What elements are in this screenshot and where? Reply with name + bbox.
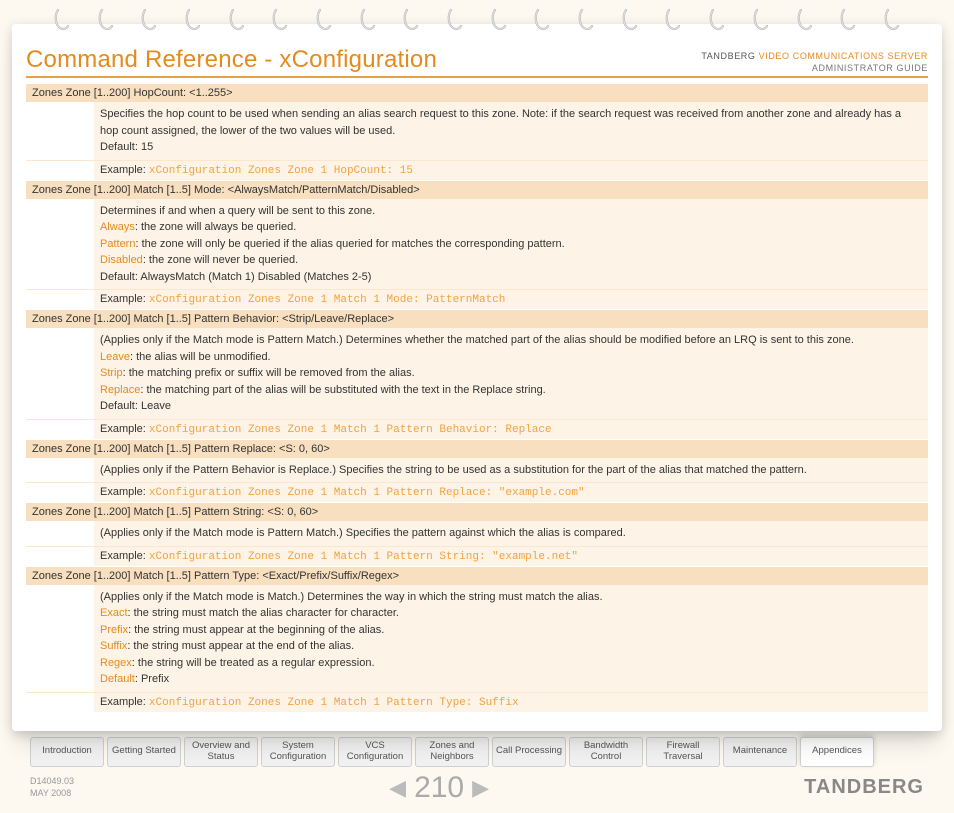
description-text: Determines if and when a query will be s… bbox=[94, 199, 928, 290]
command-row: Zones Zone [1..200] Match [1..5] Pattern… bbox=[26, 310, 928, 328]
example-label: Example: bbox=[100, 550, 149, 562]
example-label: Example: bbox=[100, 293, 149, 305]
prev-page-icon[interactable]: ◀ bbox=[389, 775, 406, 801]
ring-icon bbox=[316, 8, 332, 36]
ring-icon bbox=[797, 8, 813, 36]
example-row: Example: xConfiguration Zones Zone 1 Mat… bbox=[26, 692, 928, 712]
example-code: xConfiguration Zones Zone 1 HopCount: 15 bbox=[149, 165, 413, 177]
footer-date: MAY 2008 bbox=[30, 788, 71, 798]
footer-pagenum: ◀ 210 ▶ bbox=[389, 771, 489, 805]
example-label: Example: bbox=[100, 423, 149, 435]
tab-getting-started[interactable]: Getting Started bbox=[107, 737, 181, 767]
command-row: Zones Zone [1..200] Match [1..5] Mode: <… bbox=[26, 181, 928, 199]
description-text: Specifies the hop count to be used when … bbox=[94, 102, 928, 160]
command-text: Zones Zone [1..200] Match [1..5] Mode: <… bbox=[26, 181, 928, 199]
description-row: Determines if and when a query will be s… bbox=[26, 199, 928, 290]
description-row: Specifies the hop count to be used when … bbox=[26, 102, 928, 160]
page-number: 210 bbox=[414, 771, 464, 805]
tab-introduction[interactable]: Introduction bbox=[30, 737, 104, 767]
header-subtitle: ADMINISTRATOR GUIDE bbox=[812, 63, 928, 73]
example-code: xConfiguration Zones Zone 1 Match 1 Patt… bbox=[149, 551, 578, 563]
header-product: VIDEO COMMUNICATIONS SERVER bbox=[759, 51, 928, 61]
tab-overview-and-status[interactable]: Overview and Status bbox=[184, 737, 258, 767]
description-text: (Applies only if the Match mode is Patte… bbox=[94, 328, 928, 419]
config-table: Zones Zone [1..200] HopCount: <1..255>Sp… bbox=[26, 84, 928, 713]
next-page-icon[interactable]: ▶ bbox=[472, 775, 489, 801]
example-code: xConfiguration Zones Zone 1 Match 1 Mode… bbox=[149, 294, 505, 306]
footer: D14049.03 MAY 2008 ◀ 210 ▶ TANDBERG bbox=[12, 769, 942, 809]
tab-bar: IntroductionGetting StartedOverview and … bbox=[30, 737, 942, 767]
example-code: xConfiguration Zones Zone 1 Match 1 Patt… bbox=[149, 697, 519, 709]
command-text: Zones Zone [1..200] Match [1..5] Pattern… bbox=[26, 440, 928, 458]
tab-system-configuration[interactable]: System Configuration bbox=[261, 737, 335, 767]
example-label: Example: bbox=[100, 486, 149, 498]
command-text: Zones Zone [1..200] Match [1..5] Pattern… bbox=[26, 310, 928, 328]
example-code: xConfiguration Zones Zone 1 Match 1 Patt… bbox=[149, 424, 552, 436]
ring-icon bbox=[98, 8, 114, 36]
ring-icon bbox=[709, 8, 725, 36]
header-right: TANDBERG VIDEO COMMUNICATIONS SERVER ADM… bbox=[701, 50, 928, 74]
example-row: Example: xConfiguration Zones Zone 1 Mat… bbox=[26, 290, 928, 310]
footer-brand: TANDBERG bbox=[804, 776, 924, 799]
example-code: xConfiguration Zones Zone 1 Match 1 Patt… bbox=[149, 487, 585, 499]
command-text: Zones Zone [1..200] Match [1..5] Pattern… bbox=[26, 503, 928, 521]
tab-firewall-traversal[interactable]: Firewall Traversal bbox=[646, 737, 720, 767]
ring-icon bbox=[884, 8, 900, 36]
footer-docinfo: D14049.03 MAY 2008 bbox=[30, 776, 74, 799]
ring-icon bbox=[665, 8, 681, 36]
ring-icon bbox=[578, 8, 594, 36]
description-row: (Applies only if the Pattern Behavior is… bbox=[26, 458, 928, 483]
command-text: Zones Zone [1..200] HopCount: <1..255> bbox=[26, 84, 928, 102]
description-row: (Applies only if the Match mode is Patte… bbox=[26, 328, 928, 419]
ring-icon bbox=[141, 8, 157, 36]
command-row: Zones Zone [1..200] Match [1..5] Pattern… bbox=[26, 567, 928, 585]
description-text: (Applies only if the Pattern Behavior is… bbox=[94, 458, 928, 483]
example-row: Example: xConfiguration Zones Zone 1 Mat… bbox=[26, 483, 928, 503]
ring-icon bbox=[534, 8, 550, 36]
tab-call-processing[interactable]: Call Processing bbox=[492, 737, 566, 767]
ring-icon bbox=[403, 8, 419, 36]
command-row: Zones Zone [1..200] Match [1..5] Pattern… bbox=[26, 440, 928, 458]
ring-icon bbox=[753, 8, 769, 36]
tab-appendices[interactable]: Appendices bbox=[800, 737, 874, 767]
spiral-rings bbox=[12, 8, 942, 36]
example-label: Example: bbox=[100, 696, 149, 708]
ring-icon bbox=[840, 8, 856, 36]
description-row: (Applies only if the Match mode is Match… bbox=[26, 585, 928, 693]
ring-icon bbox=[54, 8, 70, 36]
ring-icon bbox=[229, 8, 245, 36]
description-row: (Applies only if the Match mode is Patte… bbox=[26, 521, 928, 546]
description-text: (Applies only if the Match mode is Match… bbox=[94, 585, 928, 693]
document-sheet: Command Reference - xConfiguration TANDB… bbox=[12, 24, 942, 731]
header-brand: TANDBERG bbox=[701, 51, 755, 61]
example-label: Example: bbox=[100, 164, 149, 176]
ring-icon bbox=[447, 8, 463, 36]
command-row: Zones Zone [1..200] HopCount: <1..255> bbox=[26, 84, 928, 102]
ring-icon bbox=[491, 8, 507, 36]
footer-docnum: D14049.03 bbox=[30, 776, 74, 786]
ring-icon bbox=[622, 8, 638, 36]
tab-maintenance[interactable]: Maintenance bbox=[723, 737, 797, 767]
example-row: Example: xConfiguration Zones Zone 1 Hop… bbox=[26, 160, 928, 180]
tab-vcs-configuration[interactable]: VCS Configuration bbox=[338, 737, 412, 767]
page-title: Command Reference - xConfiguration bbox=[26, 46, 437, 74]
ring-icon bbox=[272, 8, 288, 36]
tab-bandwidth-control[interactable]: Bandwidth Control bbox=[569, 737, 643, 767]
description-text: (Applies only if the Match mode is Patte… bbox=[94, 521, 928, 546]
tab-zones-and-neighbors[interactable]: Zones and Neighbors bbox=[415, 737, 489, 767]
example-row: Example: xConfiguration Zones Zone 1 Mat… bbox=[26, 546, 928, 566]
example-row: Example: xConfiguration Zones Zone 1 Mat… bbox=[26, 419, 928, 439]
ring-icon bbox=[185, 8, 201, 36]
ring-icon bbox=[360, 8, 376, 36]
command-row: Zones Zone [1..200] Match [1..5] Pattern… bbox=[26, 503, 928, 521]
command-text: Zones Zone [1..200] Match [1..5] Pattern… bbox=[26, 567, 928, 585]
